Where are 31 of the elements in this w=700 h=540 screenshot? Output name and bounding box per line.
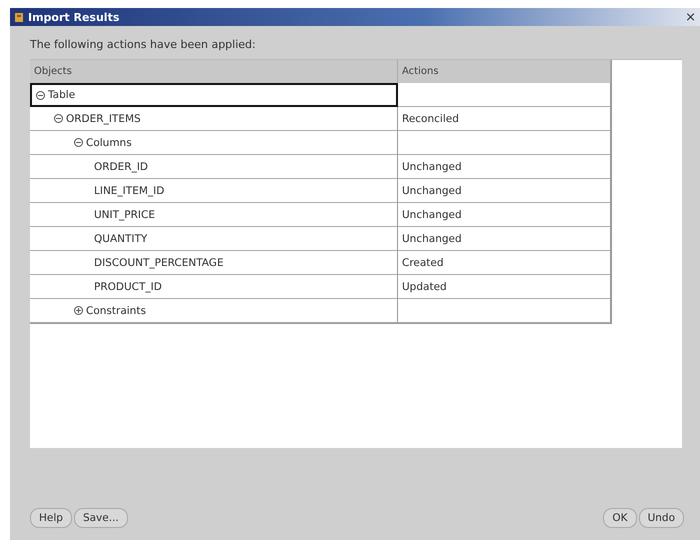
action-cell: Unchanged (398, 155, 611, 179)
ok-button[interactable]: OK (603, 508, 637, 528)
help-button[interactable]: Help (30, 508, 72, 528)
tree-item[interactable]: Columns (30, 131, 398, 155)
action-cell: Reconciled (398, 107, 611, 131)
tree-item[interactable]: LINE_ITEM_ID (30, 179, 398, 203)
tree-item[interactable]: ORDER_ITEMS (30, 107, 398, 131)
tree-item[interactable]: Table (30, 83, 398, 107)
column-header[interactable]: Objects (30, 60, 398, 83)
action-cell: Unchanged (398, 179, 611, 203)
message-text: The following actions have been applied: (30, 38, 257, 51)
tree-item[interactable]: PRODUCT_ID (30, 275, 398, 299)
action-cell: Created (398, 251, 611, 275)
app-icon (14, 12, 24, 22)
action-cell: Unchanged (398, 203, 611, 227)
action-cell: Updated (398, 275, 611, 299)
close-button[interactable]: × (685, 10, 696, 24)
tree-item[interactable]: DISCOUNT_PERCENTAGE (30, 251, 398, 275)
expand-icon[interactable] (74, 306, 83, 315)
column-header[interactable]: Actions (398, 60, 611, 83)
collapse-icon[interactable] (74, 138, 83, 147)
collapse-icon[interactable] (54, 114, 63, 123)
save-button[interactable]: Save... (74, 508, 128, 528)
tree-item[interactable]: ORDER_ID (30, 155, 398, 179)
tree-item[interactable]: Constraints (30, 299, 398, 323)
tree-item[interactable]: UNIT_PRICE (30, 203, 398, 227)
window-title: Import Results (28, 10, 120, 24)
tree-item[interactable]: QUANTITY (30, 227, 398, 251)
collapse-icon[interactable] (36, 90, 45, 100)
undo-button[interactable]: Undo (638, 508, 684, 528)
action-cell: Unchanged (398, 227, 611, 251)
